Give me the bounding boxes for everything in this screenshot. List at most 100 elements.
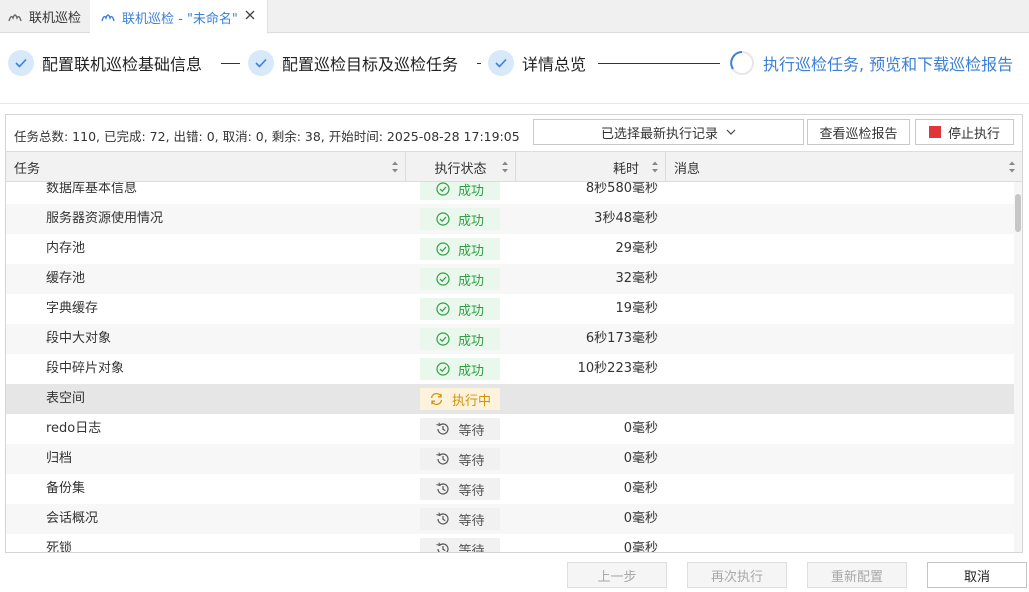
status-badge: 成功 <box>420 358 500 380</box>
execution-record-select[interactable]: 已选择最新执行记录 <box>533 119 804 145</box>
running-sync-icon <box>430 392 443 406</box>
scrollbar-thumb[interactable] <box>1015 194 1021 232</box>
inspection-icon <box>8 13 22 21</box>
step-overview: 详情总览 <box>488 49 586 77</box>
task-name: 服务器资源使用情况 <box>46 211 164 226</box>
status-label: 等待 <box>458 453 485 469</box>
step-label: 配置联机巡检基础信息 <box>42 55 203 74</box>
status-badge: 等待 <box>420 478 500 500</box>
task-name: 归档 <box>46 451 73 466</box>
duration: 0毫秒 <box>623 481 658 496</box>
success-check-icon <box>436 182 450 196</box>
status-badge: 成功 <box>420 268 500 290</box>
success-check-icon <box>436 242 450 256</box>
duration: 19毫秒 <box>615 301 658 316</box>
table-row[interactable]: 段中大对象 成功 6秒173毫秒 <box>6 324 1014 354</box>
step-connector <box>598 63 720 64</box>
sort-icon <box>392 161 398 173</box>
status-label: 成功 <box>457 183 484 199</box>
tab-inspection-unnamed[interactable]: 联机巡检 - "未命名" <box>90 0 268 34</box>
status-badge: 成功 <box>420 182 500 200</box>
view-report-button[interactable]: 查看巡检报告 <box>807 119 910 145</box>
column-header-time[interactable]: 耗时 <box>516 152 666 182</box>
task-name: 备份集 <box>46 481 86 496</box>
table-row[interactable]: 段中碎片对象 成功 10秒223毫秒 <box>6 354 1014 384</box>
duration: 0毫秒 <box>623 541 658 553</box>
check-icon <box>248 50 274 76</box>
status-badge: 等待 <box>420 418 500 440</box>
status-label: 等待 <box>458 483 485 499</box>
task-name: 缓存池 <box>46 271 86 286</box>
check-icon <box>8 50 34 76</box>
vertical-scrollbar[interactable] <box>1014 182 1022 552</box>
table-row[interactable]: 备份集 等待 0毫秒 <box>6 474 1014 504</box>
status-badge: 成功 <box>420 328 500 350</box>
task-name: 段中大对象 <box>46 331 112 346</box>
history-clock-icon <box>436 452 450 465</box>
rerun-button[interactable]: 再次执行 <box>687 562 787 588</box>
tab-inspection[interactable]: 联机巡检 <box>0 0 90 33</box>
success-check-icon <box>436 362 450 376</box>
reconfigure-button[interactable]: 重新配置 <box>807 562 907 588</box>
table-row[interactable]: 表空间 执行中 <box>6 384 1014 414</box>
table-row[interactable]: 内存池 成功 29毫秒 <box>6 234 1014 264</box>
column-header-status[interactable]: 执行状态 <box>406 152 516 182</box>
status-badge: 等待 <box>420 508 500 530</box>
wizard-stepper: 配置联机巡检基础信息 配置巡检目标及巡检任务 详情总览 执行巡检任务, 预览和下… <box>0 34 1029 104</box>
success-check-icon <box>436 302 450 316</box>
column-title: 任务 <box>14 161 41 177</box>
sort-icon <box>502 161 508 173</box>
success-check-icon <box>436 272 450 286</box>
duration: 32毫秒 <box>615 271 658 286</box>
table-row[interactable]: 缓存池 成功 32毫秒 <box>6 264 1014 294</box>
stop-label: 停止执行 <box>947 126 1000 142</box>
check-icon <box>488 50 514 76</box>
success-check-icon <box>436 332 450 346</box>
duration: 0毫秒 <box>623 421 658 436</box>
column-title: 消息 <box>674 161 701 177</box>
loading-spinner-icon <box>730 51 754 75</box>
history-clock-icon <box>436 512 450 525</box>
step-label: 详情总览 <box>522 55 587 74</box>
column-title: 执行状态 <box>434 161 487 177</box>
close-icon[interactable] <box>243 8 257 22</box>
status-badge: 等待 <box>420 448 500 470</box>
history-clock-icon <box>436 482 450 495</box>
duration: 10秒223毫秒 <box>577 361 658 376</box>
history-clock-icon <box>436 542 450 552</box>
select-label: 已选择最新执行记录 <box>600 126 718 142</box>
status-label: 等待 <box>458 423 485 439</box>
tab-bar: 联机巡检 联机巡检 - "未命名" <box>0 0 1029 34</box>
table-row[interactable]: 字典缓存 成功 19毫秒 <box>6 294 1014 324</box>
status-badge: 成功 <box>420 208 500 230</box>
status-badge: 等待 <box>420 538 500 553</box>
column-header-message[interactable]: 消息 <box>666 152 1022 182</box>
table-row[interactable]: 服务器资源使用情况 成功 3秒48毫秒 <box>6 204 1014 234</box>
duration: 8秒580毫秒 <box>585 182 658 196</box>
status-label: 等待 <box>458 543 485 553</box>
status-label: 等待 <box>458 513 485 529</box>
history-clock-icon <box>436 422 450 435</box>
table-row[interactable]: 归档 等待 0毫秒 <box>6 444 1014 474</box>
status-label: 成功 <box>457 213 484 229</box>
stop-execution-button[interactable]: 停止执行 <box>915 119 1014 145</box>
table-header: 任务 执行状态 耗时 消息 <box>6 151 1022 182</box>
status-label: 成功 <box>457 243 484 259</box>
table-row[interactable]: 会话概况 等待 0毫秒 <box>6 504 1014 534</box>
success-check-icon <box>436 212 450 226</box>
table-row[interactable]: 死锁 等待 0毫秒 <box>6 534 1014 553</box>
column-header-task[interactable]: 任务 <box>6 152 406 182</box>
step-execute: 执行巡检任务, 预览和下载巡检报告 <box>729 49 1013 77</box>
column-title: 耗时 <box>612 161 639 177</box>
table-row[interactable]: redo日志 等待 0毫秒 <box>6 414 1014 444</box>
table-row[interactable]: 数据库基本信息 成功 8秒580毫秒 <box>6 182 1014 204</box>
tab-label: 联机巡检 - "未命名" <box>122 11 238 27</box>
previous-step-button[interactable]: 上一步 <box>567 562 667 588</box>
status-label: 成功 <box>457 363 484 379</box>
duration: 6秒173毫秒 <box>585 331 658 346</box>
step-label: 执行巡检任务, 预览和下载巡检报告 <box>763 55 1014 74</box>
status-badge: 成功 <box>420 298 500 320</box>
task-name: 会话概况 <box>46 511 99 526</box>
step-connector <box>477 63 481 64</box>
cancel-button[interactable]: 取消 <box>927 562 1027 588</box>
